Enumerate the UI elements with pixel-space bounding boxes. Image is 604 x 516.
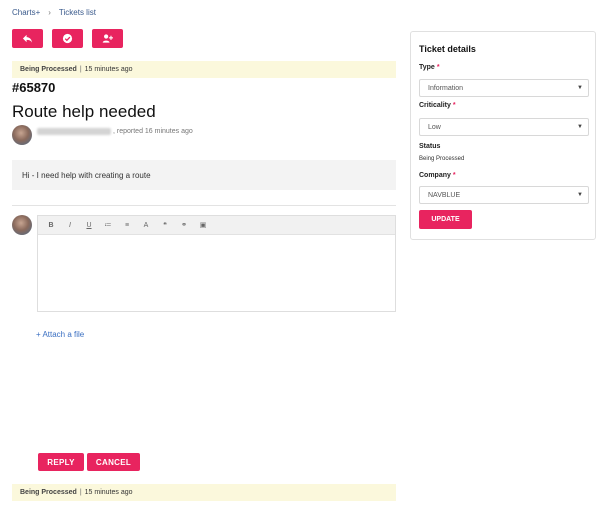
criticality-select[interactable]: Low ▼	[419, 118, 589, 136]
criticality-select-value: Low	[428, 123, 441, 131]
status-value: Being Processed	[419, 156, 465, 162]
check-circle-icon	[62, 33, 73, 44]
company-select[interactable]: NAVBLUE ▼	[419, 186, 589, 204]
status-separator-bottom: |	[79, 489, 82, 496]
criticality-label-text: Criticality	[419, 102, 451, 109]
type-select-value: Information	[428, 84, 464, 92]
reply-arrow-icon	[22, 34, 33, 43]
italic-button[interactable]: I	[63, 219, 77, 231]
reply-textarea[interactable]	[38, 235, 395, 312]
current-user-avatar	[12, 215, 32, 235]
image-button[interactable]: ▣	[196, 219, 210, 231]
chevron-down-icon: ▼	[577, 124, 583, 130]
status-time: 15 minutes ago	[84, 66, 133, 73]
assign-user-button[interactable]	[92, 29, 123, 48]
back-button[interactable]	[12, 29, 43, 48]
type-select[interactable]: Information ▼	[419, 79, 589, 97]
status-label: Status	[419, 143, 441, 150]
status-state-bottom: Being Processed	[20, 489, 77, 496]
cancel-button[interactable]: CANCEL	[87, 453, 140, 471]
reporter-avatar	[12, 125, 32, 145]
company-label: Company *	[419, 172, 456, 179]
quote-button[interactable]: ❝	[158, 219, 172, 231]
company-label-text: Company	[419, 172, 451, 179]
company-select-value: NAVBLUE	[428, 191, 461, 199]
criticality-label: Criticality *	[419, 102, 456, 109]
text-color-button[interactable]: A	[139, 219, 153, 231]
bullet-list-button[interactable]: ≔	[101, 219, 115, 231]
ticket-details-panel: Ticket details Type * Information ▼ Criti…	[410, 31, 596, 240]
type-label: Type *	[419, 64, 440, 71]
required-mark: *	[436, 64, 440, 71]
ticket-message-text: Hi - I need help with creating a route	[22, 170, 151, 180]
type-label-text: Type	[419, 64, 435, 71]
underline-button[interactable]: U	[82, 219, 96, 231]
status-bar-bottom: Being Processed | 15 minutes ago	[12, 484, 396, 501]
chevron-down-icon: ▼	[577, 85, 583, 91]
bold-button[interactable]: B	[44, 219, 58, 231]
attach-file-link[interactable]: + Attach a file	[36, 330, 84, 339]
update-button[interactable]: UPDATE	[419, 210, 472, 229]
required-mark: *	[452, 172, 456, 179]
link-button[interactable]: ⚭	[177, 219, 191, 231]
editor-toolbar: B I U ≔ ≡ A ❝ ⚭ ▣	[38, 216, 395, 235]
reporter-line: , reported 16 minutes ago	[37, 128, 193, 135]
panel-title: Ticket details	[419, 44, 476, 54]
ordered-list-button[interactable]: ≡	[120, 219, 134, 231]
ticket-title: Route help needed	[12, 102, 156, 121]
reported-time: , reported 16 minutes ago	[113, 128, 193, 135]
required-mark: *	[452, 102, 456, 109]
add-user-icon	[102, 34, 113, 43]
ticket-toolbar	[12, 29, 123, 48]
status-separator: |	[79, 66, 82, 73]
reply-editor: B I U ≔ ≡ A ❝ ⚭ ▣	[37, 215, 396, 312]
reporter-name-redacted	[37, 128, 111, 135]
reply-button[interactable]: REPLY	[38, 453, 84, 471]
divider	[12, 205, 396, 206]
status-time-bottom: 15 minutes ago	[84, 489, 133, 496]
status-state: Being Processed	[20, 66, 77, 73]
chevron-down-icon: ▼	[577, 192, 583, 198]
chevron-right-icon: ›	[48, 8, 51, 17]
status-bar-top: Being Processed | 15 minutes ago	[12, 61, 396, 78]
breadcrumb-current-link[interactable]: Tickets list	[59, 8, 96, 17]
ticket-number: #65870	[12, 80, 56, 95]
ticket-message: Hi - I need help with creating a route	[12, 160, 396, 190]
breadcrumb: Charts+ › Tickets list	[12, 8, 96, 17]
breadcrumb-root-link[interactable]: Charts+	[12, 8, 40, 17]
resolve-button[interactable]	[52, 29, 83, 48]
